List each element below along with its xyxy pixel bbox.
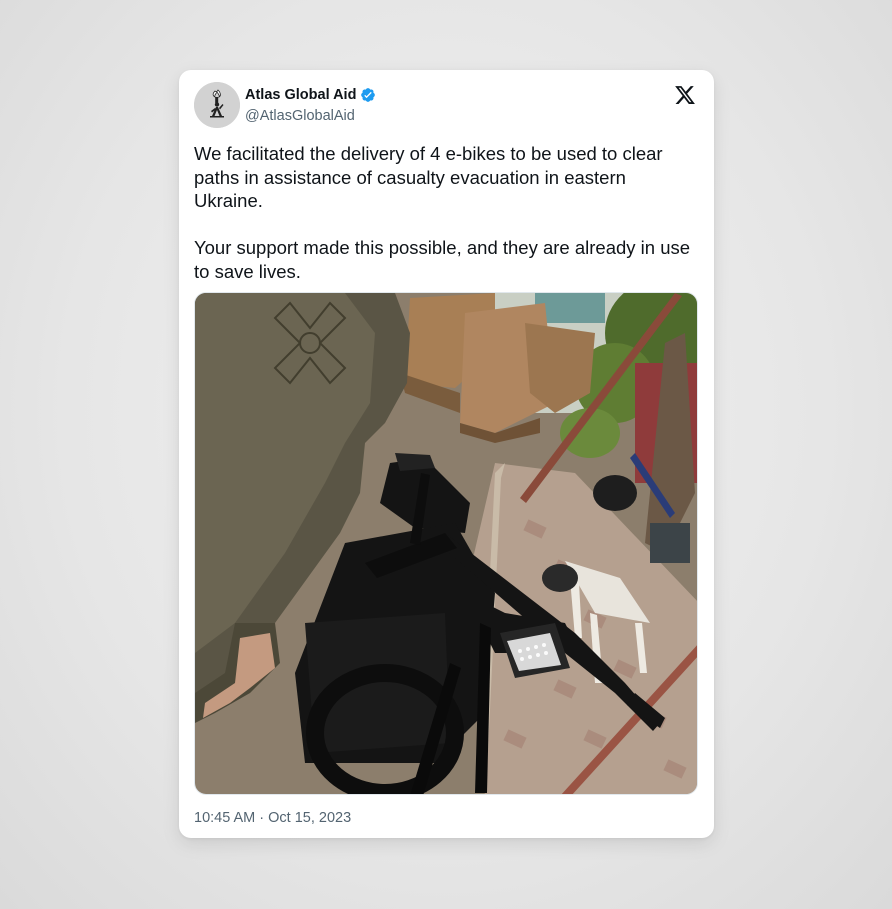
tweet-text: We facilitated the delivery of 4 e-bikes… xyxy=(194,143,691,282)
author-display-name[interactable]: Atlas Global Aid xyxy=(245,86,356,104)
tweet-header: Atlas Global Aid @AtlasGlobalAid xyxy=(194,82,699,132)
display-name-row: Atlas Global Aid xyxy=(245,86,376,104)
author-avatar[interactable] xyxy=(194,82,240,128)
tweet-card: Atlas Global Aid @AtlasGlobalAid We faci… xyxy=(179,70,714,838)
verified-badge-icon xyxy=(360,87,376,103)
x-logo-icon[interactable] xyxy=(674,84,696,106)
tweet-timestamp[interactable]: 10:45 AM · Oct 15, 2023 xyxy=(194,809,351,827)
ebike-photo-image xyxy=(195,293,697,794)
author-handle[interactable]: @AtlasGlobalAid xyxy=(245,107,355,125)
tweet-photo[interactable] xyxy=(194,292,698,795)
hand-holding-torch-logo-icon xyxy=(194,82,240,128)
